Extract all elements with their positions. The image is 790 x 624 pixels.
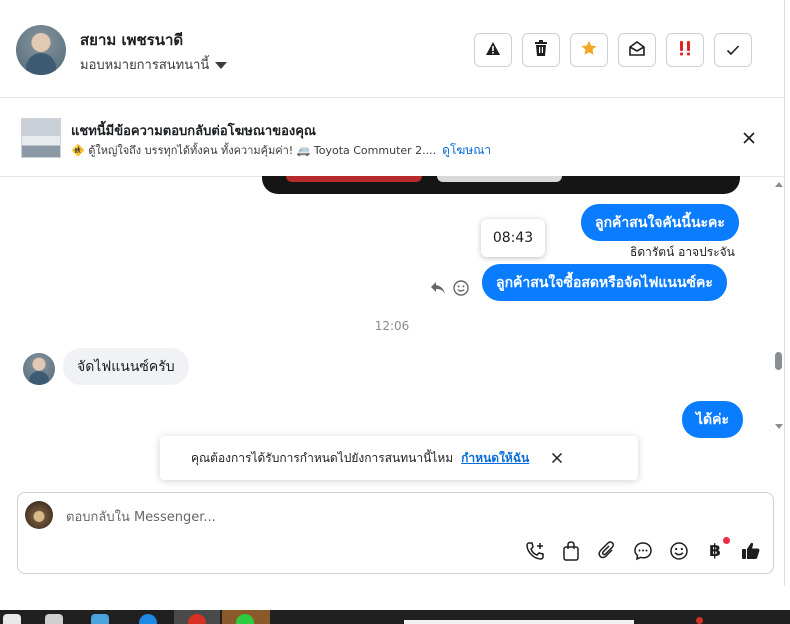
contact-avatar[interactable]	[16, 25, 66, 75]
reply-input[interactable]	[66, 507, 506, 527]
taskbar-notification-badge	[696, 617, 703, 624]
star-icon	[581, 40, 597, 60]
page-avatar	[25, 501, 53, 529]
view-ad-link[interactable]: ดูโฆษณา	[442, 143, 491, 157]
trash-icon	[534, 40, 548, 60]
speech-bubble-icon[interactable]	[631, 539, 655, 563]
window-bottom-margin	[0, 586, 790, 610]
exclamation-icon	[678, 40, 692, 60]
star-button[interactable]	[570, 33, 608, 67]
reply-icon[interactable]	[430, 280, 446, 299]
warning-icon	[485, 41, 501, 60]
timestamp-tooltip: 08:43	[481, 219, 545, 257]
checkmark-icon	[726, 41, 740, 60]
call-add-icon[interactable]	[523, 539, 547, 563]
os-taskbar	[0, 610, 790, 624]
scrollbar-thumb[interactable]	[775, 352, 782, 370]
message-outgoing[interactable]: ได้ค่ะ	[682, 401, 744, 438]
taskbar-app-icon[interactable]	[91, 614, 109, 624]
scrollbar[interactable]	[774, 178, 784, 434]
ad-banner-subtitle: 🚸 ตู้ใหญ่ใจถึง บรรทุกได้ทั้งคน ทั้งความค…	[71, 141, 491, 160]
taskbar-search[interactable]	[404, 620, 634, 624]
taskbar-app-icon[interactable]	[45, 614, 63, 624]
emoji-icon[interactable]	[667, 539, 691, 563]
done-button[interactable]	[714, 33, 752, 67]
mark-unread-button[interactable]	[618, 33, 656, 67]
message-outgoing[interactable]: ลูกค้าสนใจซื้อสดหรือจัดไฟแนนซ์คะ	[482, 264, 727, 301]
baht-icon[interactable]: ฿	[703, 537, 730, 563]
assign-to-me-link[interactable]: กำหนดให้ฉัน	[461, 449, 529, 468]
close-reminder-button[interactable]	[549, 450, 565, 466]
reply-composer	[17, 492, 774, 574]
notification-dot	[723, 537, 730, 544]
close-icon	[742, 130, 756, 149]
ad-thumbnail[interactable]	[21, 118, 61, 158]
contact-name[interactable]: สยาม เพชรนาดี	[80, 28, 183, 52]
taskbar-app-icon[interactable]	[3, 614, 21, 624]
follow-up-button[interactable]	[666, 33, 704, 67]
contact-avatar-small[interactable]	[23, 353, 55, 385]
ad-caption: 🚸 ตู้ใหญ่ใจถึง บรรทุกได้ทั้งคน ทั้งความค…	[71, 144, 437, 157]
header-divider	[0, 97, 784, 98]
message-outgoing[interactable]: ลูกค้าสนใจคันนี้นะคะ	[581, 204, 739, 241]
baht-symbol: ฿	[709, 541, 721, 561]
envelope-open-icon	[629, 40, 645, 60]
assign-reminder-toast: คุณต้องการได้รับการกำหนดไปยังการสนทนานี้…	[160, 436, 638, 480]
thumbs-up-icon[interactable]	[739, 539, 763, 563]
reminder-text: คุณต้องการได้รับการกำหนดไปยังการสนทนานี้…	[191, 450, 454, 465]
close-ad-banner-button[interactable]	[742, 130, 758, 146]
time-separator: 12:06	[374, 319, 410, 333]
scroll-up-arrow-icon[interactable]	[775, 182, 783, 187]
assign-label: มอบหมายการสนทนานี้	[80, 58, 210, 73]
shared-media-preview[interactable]	[262, 176, 740, 194]
alert-button[interactable]	[474, 33, 512, 67]
ad-banner-title: แชทนี้มีข้อความตอบกลับต่อโฆษณาของคุณ	[71, 124, 316, 139]
message-incoming[interactable]: จัดไฟแนนซ์ครับ	[63, 348, 189, 385]
shopping-bag-icon[interactable]	[559, 539, 583, 563]
sender-name: ธิดารัตน์ อาจประจัน	[630, 245, 735, 259]
paperclip-icon[interactable]	[595, 539, 619, 563]
react-emoji-icon[interactable]	[453, 280, 469, 300]
assign-dropdown[interactable]: มอบหมายการสนทนานี้	[80, 54, 228, 75]
scroll-down-arrow-icon[interactable]	[775, 424, 783, 429]
close-icon	[552, 452, 563, 464]
delete-button[interactable]	[522, 33, 560, 67]
caret-down-icon	[215, 61, 228, 69]
window-edge	[784, 0, 785, 586]
